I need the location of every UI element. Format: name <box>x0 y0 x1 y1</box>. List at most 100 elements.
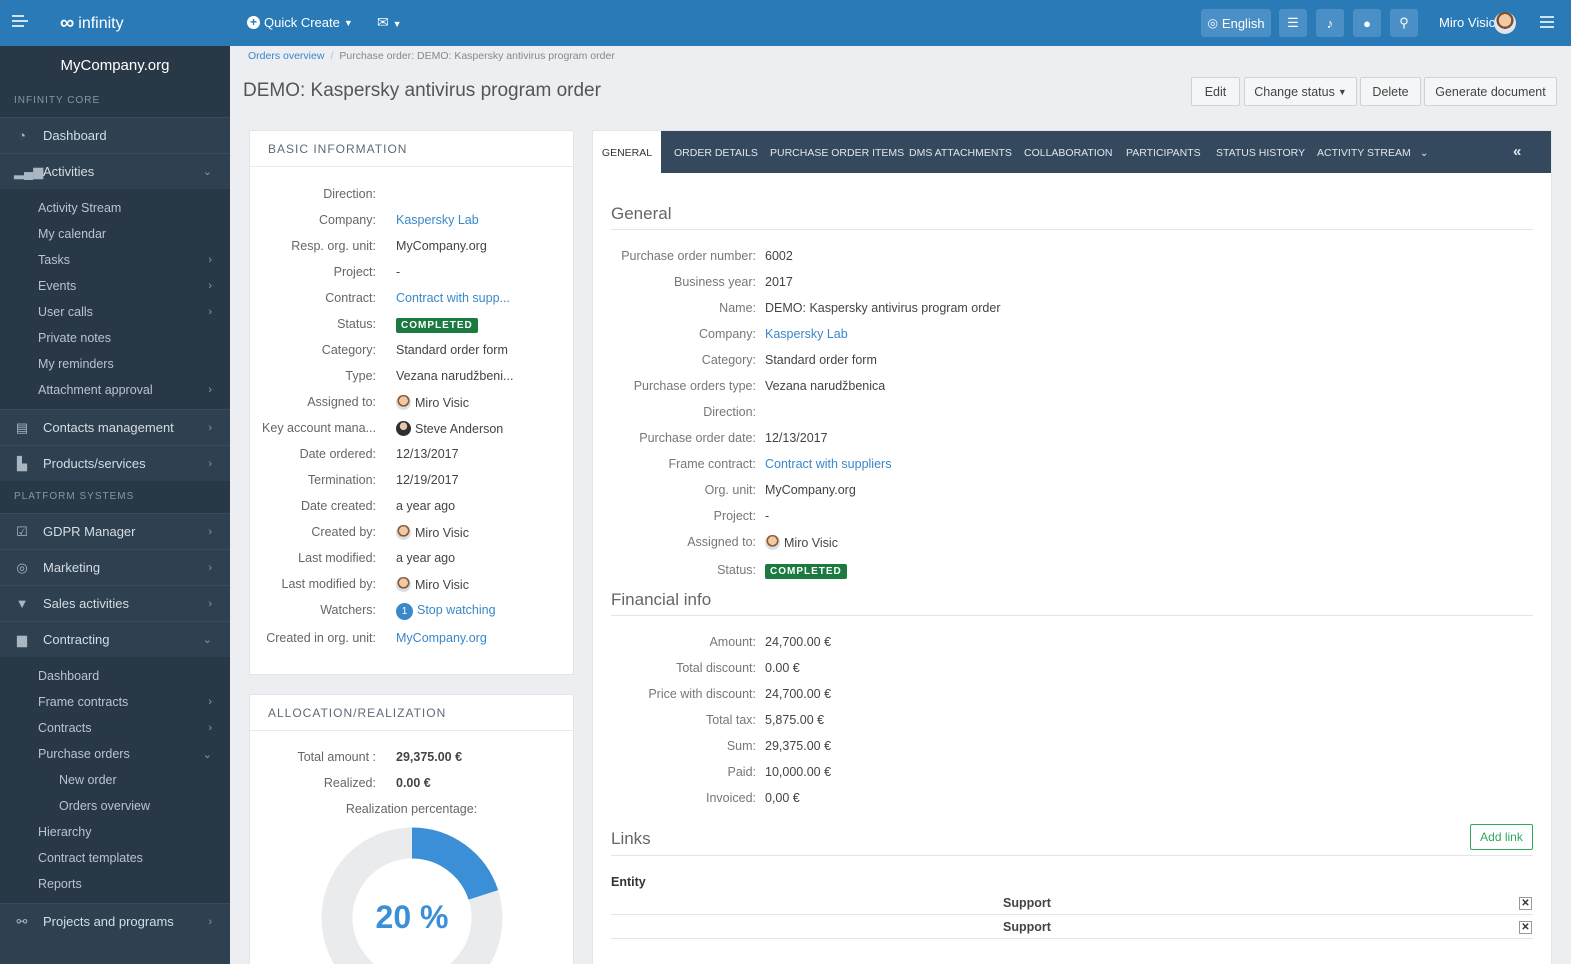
field-value: Standard order form <box>396 343 508 357</box>
link-entity[interactable]: Support <box>1003 896 1051 910</box>
plus-icon: + <box>247 16 260 29</box>
field-label: Direction: <box>703 405 756 419</box>
general-row: Direction: <box>593 405 1551 425</box>
sidebar-subitem[interactable]: Reports <box>0 871 230 897</box>
tab-general[interactable]: GENERAL <box>593 131 661 173</box>
field-label: Sum: <box>726 739 756 753</box>
field-link[interactable]: Kaspersky Lab <box>396 213 479 227</box>
avatar <box>396 525 411 540</box>
tab-status-history[interactable]: STATUS HISTORY <box>1216 131 1305 173</box>
field-label: Assigned to: <box>687 535 756 549</box>
field-label: Date ordered: <box>299 447 376 461</box>
field-link[interactable]: Contract with suppliers <box>765 457 891 471</box>
field-label: Date created: <box>300 499 376 513</box>
sidebar-subitem[interactable]: Contract templates <box>0 845 230 871</box>
sidebar-item-activities[interactable]: ▂▄▆ Activities ⌄ <box>0 153 230 189</box>
general-row: Assigned to: Miro Visic <box>593 535 1551 555</box>
delete-button[interactable]: Delete <box>1360 77 1421 106</box>
general-row: Org. unit: MyCompany.org <box>593 483 1551 503</box>
field-value-wrap: a year ago <box>396 499 455 513</box>
field-value: Steve Anderson <box>415 422 504 436</box>
basic-info-row: Contract: Contract with supp... <box>250 291 573 311</box>
sidebar-subitem[interactable]: Orders overview <box>0 793 230 819</box>
language-button[interactable]: ◎ English <box>1201 9 1271 37</box>
field-value-wrap: - <box>396 265 400 279</box>
basic-info-row: Date created: a year ago <box>250 499 573 519</box>
envelope-icon: ✉ <box>377 14 389 30</box>
link-row: Support ✕ <box>611 917 1533 939</box>
tasks-button[interactable]: ☰ <box>1279 9 1307 37</box>
breadcrumb: Orders overview / Purchase order: DEMO: Ka… <box>248 50 615 62</box>
right-menu-icon[interactable] <box>1540 16 1554 31</box>
field-link[interactable]: Kaspersky Lab <box>765 327 848 341</box>
basic-info-row: Date ordered: 12/13/2017 <box>250 447 573 467</box>
sidebar-item-projects[interactable]: ⚯ Projects and programs › <box>0 903 230 939</box>
entity-header: Entity <box>611 875 646 889</box>
field-value: 24,700.00 € <box>765 687 832 701</box>
tab-purchase-order-items[interactable]: PURCHASE ORDER ITEMS <box>770 131 904 173</box>
search-button[interactable]: ⚲ <box>1390 9 1418 37</box>
logo[interactable]: ∞ infinity <box>60 12 124 35</box>
tab-activity-stream[interactable]: ACTIVITY STREAM <box>1317 131 1411 173</box>
field-value: 5,875.00 € <box>765 713 825 727</box>
change-status-button[interactable]: Change status ▼ <box>1244 77 1357 106</box>
sidebar-item-dashboard[interactable]: ◔ Dashboard <box>0 117 230 153</box>
field-label: Contract: <box>325 291 376 305</box>
remove-link-icon[interactable]: ✕ <box>1519 921 1532 934</box>
mail-button[interactable]: ✉ ▼ <box>377 14 402 31</box>
user-name[interactable]: Miro Visic <box>1439 15 1495 30</box>
remove-link-icon[interactable]: ✕ <box>1519 897 1532 910</box>
basic-info-row: Key account mana... Steve Anderson <box>250 421 573 441</box>
breadcrumb-link[interactable]: Orders overview <box>248 50 324 62</box>
chat-button[interactable]: ● <box>1353 9 1381 37</box>
field-value-wrap: a year ago <box>396 551 455 565</box>
tab-order-details[interactable]: ORDER DETAILS <box>674 131 758 173</box>
add-link-button[interactable]: Add link <box>1470 824 1533 850</box>
field-value-wrap: Steve Anderson <box>396 421 503 436</box>
field-value-wrap: Standard order form <box>396 343 508 357</box>
more-tabs-chevron-icon[interactable]: ⌄ <box>1420 131 1428 173</box>
field-label: Status: <box>337 317 376 331</box>
field-value: 12/13/2017 <box>396 447 459 461</box>
sidebar-subitem[interactable]: Contracts › <box>0 715 230 741</box>
quick-create-button[interactable]: + Quick Create ▼ <box>247 15 353 30</box>
field-label: Purchase order date: <box>639 431 756 445</box>
field-value: Vezana narudžbenica <box>765 379 886 393</box>
field-link[interactable]: Contract with supp... <box>396 291 510 305</box>
notifications-button[interactable]: ♪ <box>1316 9 1344 37</box>
link-entity[interactable]: Support <box>1003 920 1051 934</box>
stop-watching-link[interactable]: Stop watching <box>417 603 496 617</box>
field-link[interactable]: MyCompany.org <box>396 631 487 645</box>
basic-info-row: Status: COMPLETED <box>250 317 573 337</box>
sidebar-subitem[interactable]: Frame contracts › <box>0 689 230 715</box>
field-value-wrap: MyCompany.org <box>396 239 487 253</box>
financial-row: Paid: 10,000.00 € <box>593 765 1551 785</box>
sidebar-subitem[interactable]: Dashboard <box>0 663 230 689</box>
edit-button[interactable]: Edit <box>1191 77 1240 106</box>
field-label: Total discount: <box>676 661 756 675</box>
tab-participants[interactable]: PARTICIPANTS <box>1126 131 1201 173</box>
hierarchy-icon: ⚯ <box>16 913 28 929</box>
field-value-wrap: Miro Visic <box>396 395 469 410</box>
basic-info-row: Company: Kaspersky Lab <box>250 213 573 233</box>
field-label: Business year: <box>674 275 756 289</box>
organization-name[interactable]: MyCompany.org <box>0 46 230 85</box>
general-row: Company: Kaspersky Lab <box>593 327 1551 347</box>
chevron-right-icon: › <box>208 915 212 928</box>
avatar[interactable] <box>1494 12 1516 34</box>
chevron-down-icon: ⌄ <box>202 166 212 178</box>
field-value: 12/13/2017 <box>765 431 828 445</box>
collapse-double-chevron-icon[interactable]: « <box>1513 131 1521 173</box>
financial-row: Price with discount: 24,700.00 € <box>593 687 1551 707</box>
field-value: 24,700.00 € <box>765 635 832 649</box>
general-row: Purchase order number: 6002 <box>593 249 1551 269</box>
field-label: Project: <box>713 509 756 523</box>
tab-collaboration[interactable]: COLLABORATION <box>1024 131 1113 173</box>
tab-dms-attachments[interactable]: DMS ATTACHMENTS <box>909 131 1012 173</box>
menu-toggle-icon[interactable] <box>12 15 28 29</box>
field-label: Total tax: <box>705 713 756 727</box>
field-label: Status: <box>717 563 756 577</box>
basic-info-row: Resp. org. unit: MyCompany.org <box>250 239 573 259</box>
generate-document-button[interactable]: Generate document <box>1424 77 1557 106</box>
sidebar-subitem[interactable]: Hierarchy <box>0 819 230 845</box>
